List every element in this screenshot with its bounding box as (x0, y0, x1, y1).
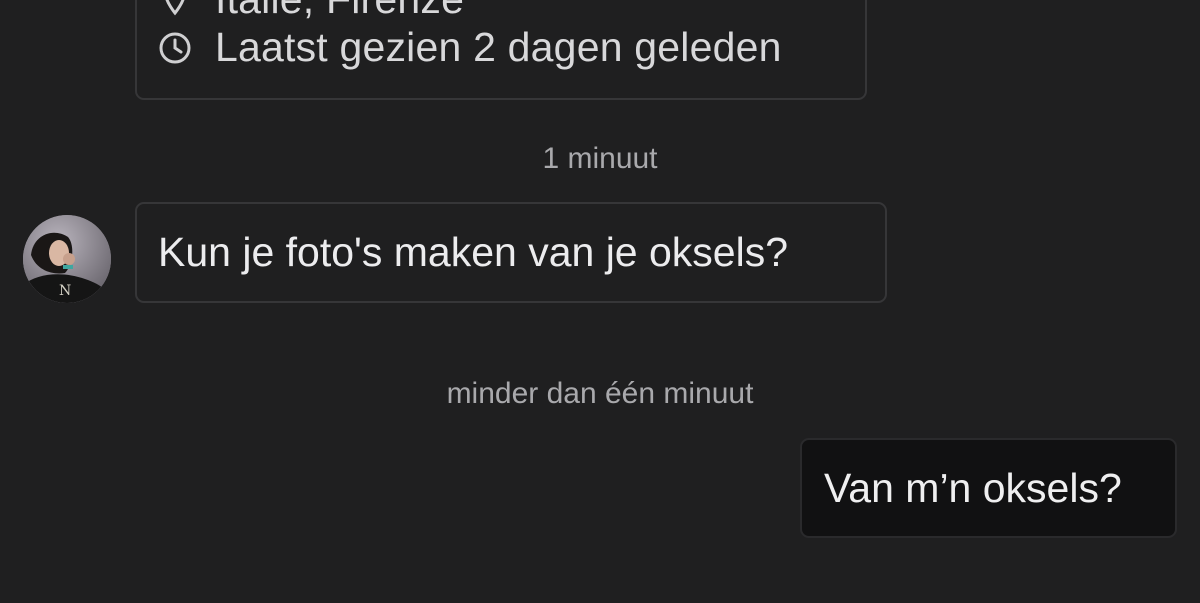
profile-info-card: Italië, Firenze Laatst gezien 2 dagen ge… (135, 0, 867, 100)
chat-screen: Italië, Firenze Laatst gezien 2 dagen ge… (0, 0, 1200, 603)
message-timestamp: minder dan één minuut (446, 377, 754, 410)
outgoing-message-bubble[interactable]: Van m’n oksels? (800, 438, 1177, 538)
contact-avatar[interactable]: N (23, 215, 111, 303)
location-pin-icon (157, 0, 193, 18)
clock-icon (157, 30, 193, 66)
message-text: Kun je foto's maken van je oksels? (158, 229, 789, 275)
location-text: Italië, Firenze (215, 0, 464, 23)
svg-text:N: N (59, 283, 71, 299)
incoming-message-bubble[interactable]: Kun je foto's maken van je oksels? (135, 202, 887, 303)
message-text: Van m’n oksels? (824, 464, 1122, 511)
last-seen-row: Laatst gezien 2 dagen geleden (157, 24, 782, 71)
last-seen-text: Laatst gezien 2 dagen geleden (215, 24, 782, 70)
location-row: Italië, Firenze (157, 0, 464, 23)
message-timestamp: 1 minuut (542, 142, 658, 175)
